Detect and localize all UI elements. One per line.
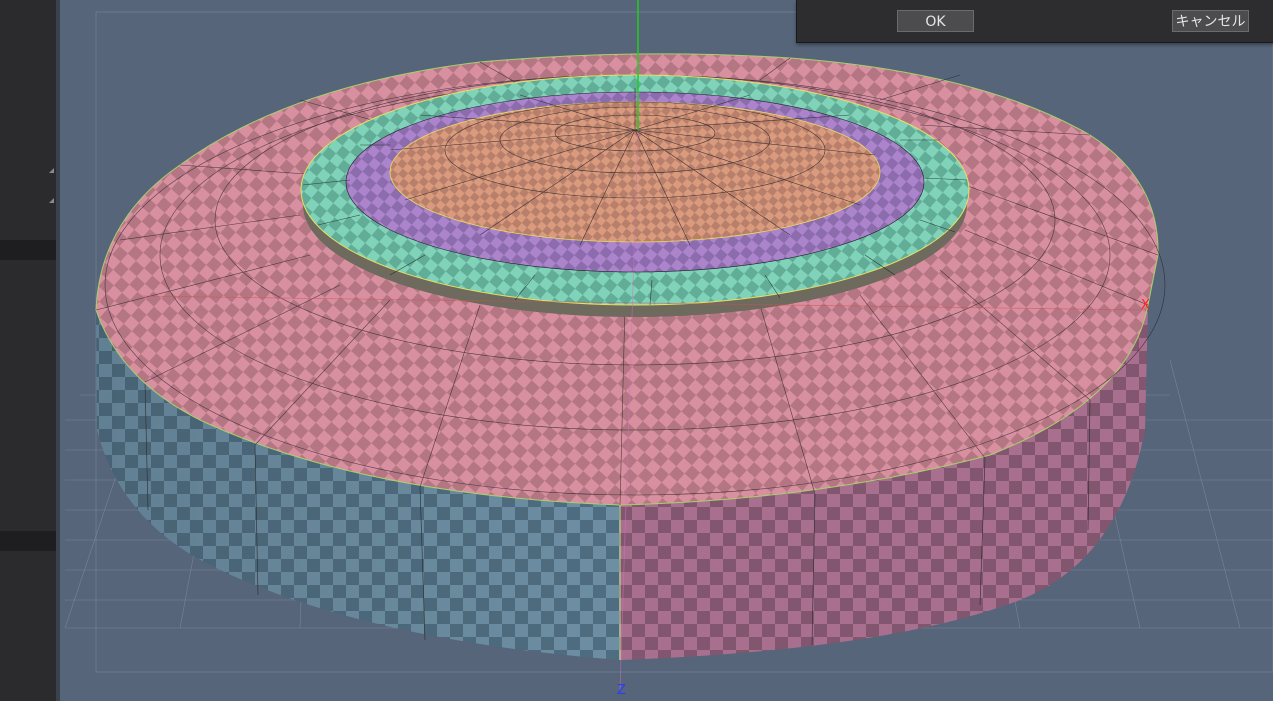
x-axis-label: X	[1141, 298, 1150, 313]
3d-viewport[interactable]: X Z	[60, 0, 1273, 701]
panel-corner-marker	[49, 198, 54, 203]
viewport-canvas[interactable]	[60, 0, 1273, 701]
disc-inner-rings	[300, 74, 970, 317]
panel-corner-marker	[49, 168, 54, 173]
left-tool-panel	[0, 0, 56, 701]
ok-button[interactable]: OK	[897, 10, 974, 32]
z-axis-label: Z	[617, 683, 626, 698]
panel-divider	[0, 240, 56, 260]
confirm-dialog: OK キャンセル	[796, 0, 1273, 43]
cancel-button[interactable]: キャンセル	[1172, 10, 1249, 32]
panel-divider	[0, 531, 56, 551]
